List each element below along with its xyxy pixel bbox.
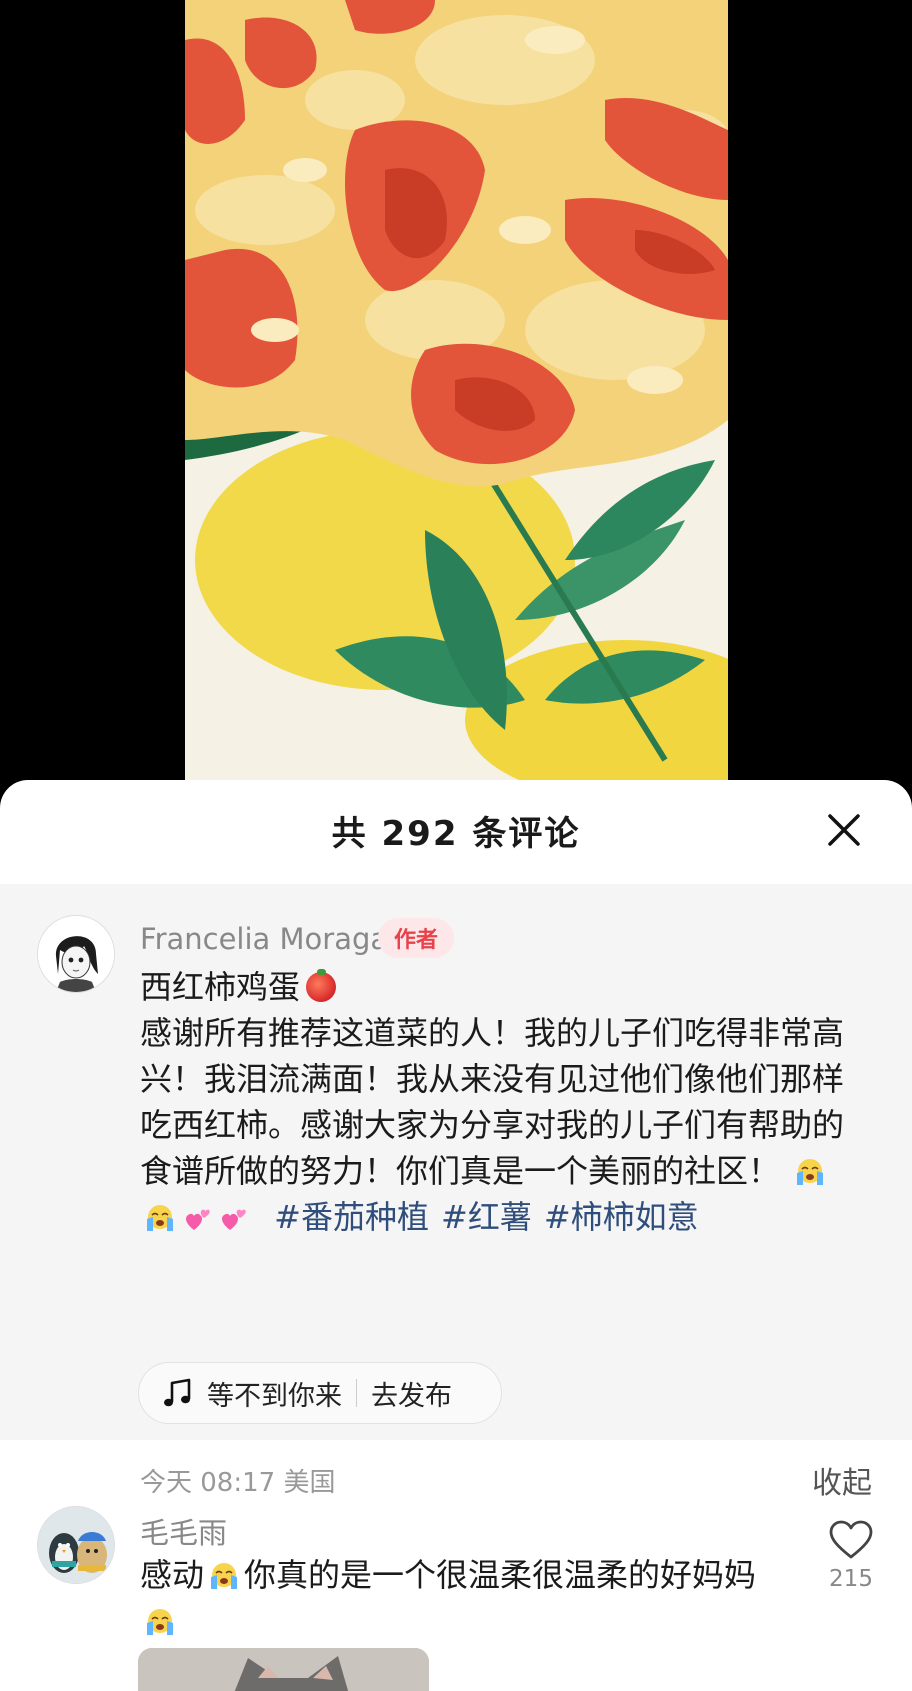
author-comment-text: 西红柿鸡蛋 感谢所有推荐这道菜的人！我的儿子们吃得非常高兴！我泪流满面！我从来没… <box>140 964 866 1240</box>
author-badge: 作者 <box>378 918 455 958</box>
like-button[interactable]: 215 <box>825 1520 877 1592</box>
comment-sheet: 共 292 条评论 Francelia Moraga 作者 西红柿鸡蛋 感谢所有… <box>0 780 912 1691</box>
music-divider <box>356 1379 357 1407</box>
hashtag-link[interactable]: #番茄种植 <box>274 1198 429 1236</box>
music-song-title: 等不到你来 <box>207 1380 342 1412</box>
close-button[interactable] <box>826 812 862 848</box>
music-publish-action[interactable]: 去发布 <box>371 1374 452 1413</box>
reply-text-part: 感动 <box>140 1556 205 1594</box>
comment-count-title: 共 292 条评论 <box>331 814 581 854</box>
tomato-egg-image <box>185 0 728 790</box>
crying-emoji-icon <box>147 1205 173 1231</box>
penguin-plush-avatar-icon <box>38 1507 114 1583</box>
hashtag-link[interactable]: #柿柿如意 <box>544 1198 699 1236</box>
crying-emoji-icon <box>147 1609 173 1635</box>
reply-attached-image[interactable] <box>138 1648 429 1691</box>
like-count: 215 <box>829 1566 873 1592</box>
two-hearts-emoji-icon <box>222 1209 246 1230</box>
tomato-emoji-icon <box>306 969 337 1002</box>
author-name[interactable]: Francelia Moraga <box>140 922 388 956</box>
sheet-header: 共 292 条评论 <box>0 780 912 882</box>
heart-outline-icon <box>829 1520 873 1559</box>
comment-body: 感谢所有推荐这道菜的人！我的儿子们吃得非常高兴！我泪流满面！我从来没有见过他们像… <box>140 1014 845 1190</box>
food-photo <box>185 0 728 790</box>
reply-author-name[interactable]: 毛毛雨 <box>140 1510 227 1552</box>
video-player[interactable] <box>0 0 912 800</box>
author-comment: Francelia Moraga 作者 西红柿鸡蛋 感谢所有推荐这道菜的人！我的… <box>0 884 912 1501</box>
avatar[interactable] <box>37 915 115 993</box>
avatar[interactable] <box>37 1506 115 1584</box>
reply-text-part: 你真的是一个很温柔很温柔的好妈妈 <box>244 1556 757 1594</box>
two-hearts-emoji-icon <box>186 1209 210 1230</box>
music-note-icon <box>164 1378 191 1407</box>
reply-comment: 毛毛雨 感动 你真的是一个很温柔很温柔的好妈妈 215 <box>0 1470 912 1691</box>
music-pill[interactable]: 等不到你来 去发布 <box>138 1362 502 1424</box>
close-icon <box>828 814 860 846</box>
crying-emoji-icon <box>797 1159 824 1185</box>
hashtag-link[interactable]: #红薯 <box>441 1198 532 1236</box>
comment-title: 西红柿鸡蛋 <box>140 968 301 1006</box>
cat-photo-thumbnail <box>138 1648 429 1691</box>
reply-text: 感动 你真的是一个很温柔很温柔的好妈妈 <box>140 1552 780 1644</box>
crying-emoji-icon <box>211 1563 238 1589</box>
anime-girl-avatar-icon <box>38 916 114 992</box>
